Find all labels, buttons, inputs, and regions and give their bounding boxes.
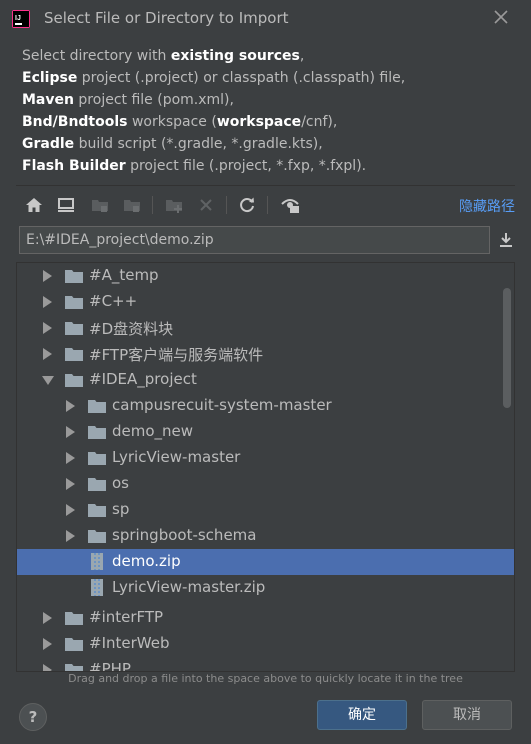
folder-icon bbox=[88, 452, 106, 465]
tree-row-lyricview-zip[interactable]: LyricView-master.zip bbox=[17, 575, 514, 601]
folder-icon bbox=[65, 664, 83, 671]
home-button[interactable] bbox=[24, 195, 44, 215]
tree-item-label: #D盘资料块 bbox=[89, 320, 174, 338]
tree-item-label: demo.zip bbox=[112, 552, 181, 570]
svg-text:IJ: IJ bbox=[15, 15, 21, 22]
desktop-icon bbox=[58, 198, 74, 212]
desktop-button[interactable] bbox=[56, 195, 76, 215]
show-hidden-button[interactable] bbox=[280, 195, 300, 215]
folder-icon bbox=[65, 638, 83, 651]
expand-arrow-icon[interactable] bbox=[43, 296, 52, 308]
tree-row-lyricview[interactable]: LyricView-master bbox=[17, 445, 514, 471]
toolbar-separator bbox=[226, 196, 227, 214]
file-tree[interactable]: #A_temp #C++ #D盘资料块 #FTP客户端与服务端软件 #IDEA_… bbox=[16, 262, 515, 672]
tree-item-label: #A_temp bbox=[89, 266, 159, 284]
expand-arrow-icon[interactable] bbox=[66, 530, 75, 542]
folder-icon bbox=[65, 612, 83, 625]
tree-row-ftp[interactable]: #FTP客户端与服务端软件 bbox=[17, 341, 514, 367]
toolbar-separator bbox=[152, 196, 153, 214]
tree-item-label: LyricView-master bbox=[112, 448, 241, 466]
tree-item-label: demo_new bbox=[112, 422, 194, 440]
folder-icon bbox=[65, 322, 83, 335]
tree-item-label: #FTP客户端与服务端软件 bbox=[89, 346, 264, 364]
delete-button[interactable] bbox=[196, 195, 216, 215]
path-input[interactable] bbox=[19, 226, 490, 254]
tree-row-springboot-schema[interactable]: springboot-schema bbox=[17, 523, 514, 549]
tree-row-demo-new[interactable]: demo_new bbox=[17, 419, 514, 445]
tree-row-a-temp[interactable]: #A_temp bbox=[17, 263, 514, 289]
folder-icon bbox=[88, 426, 106, 439]
ok-button[interactable]: 确定 bbox=[317, 700, 407, 730]
close-icon[interactable] bbox=[493, 9, 509, 25]
title-bar: IJ Select File or Directory to Import bbox=[0, 0, 531, 38]
folder-icon bbox=[65, 374, 83, 387]
tree-row-php[interactable]: #PHP bbox=[17, 657, 514, 672]
module-folder-icon bbox=[124, 200, 140, 212]
tree-item-label: LyricView-master.zip bbox=[112, 578, 266, 596]
tree-row-interweb[interactable]: #InterWeb bbox=[17, 631, 514, 657]
folder-icon bbox=[65, 348, 83, 361]
cancel-button[interactable]: 取消 bbox=[422, 700, 512, 730]
new-folder-icon bbox=[166, 200, 182, 213]
home-icon bbox=[26, 198, 42, 212]
expand-arrow-icon[interactable] bbox=[43, 612, 52, 624]
tree-row-idea-project[interactable]: #IDEA_project bbox=[17, 367, 514, 393]
expand-arrow-icon[interactable] bbox=[43, 270, 52, 282]
expand-arrow-icon[interactable] bbox=[43, 348, 52, 360]
intellij-app-icon: IJ bbox=[12, 10, 30, 28]
folder-icon bbox=[88, 530, 106, 543]
expand-arrow-icon[interactable] bbox=[43, 322, 52, 334]
tree-row-campusrecuit[interactable]: campusrecuit-system-master bbox=[17, 393, 514, 419]
tree-item-label: #PHP bbox=[89, 660, 131, 672]
zip-file-icon bbox=[91, 553, 103, 570]
expand-arrow-icon[interactable] bbox=[66, 478, 75, 490]
tree-row-os[interactable]: os bbox=[17, 471, 514, 497]
folder-icon bbox=[65, 296, 83, 309]
help-button[interactable]: ? bbox=[19, 703, 47, 731]
tree-row-cpp[interactable]: #C++ bbox=[17, 289, 514, 315]
tree-item-label: springboot-schema bbox=[112, 526, 257, 544]
tree-item-label: #InterWeb bbox=[89, 634, 170, 652]
expand-arrow-icon[interactable] bbox=[66, 452, 75, 464]
tree-item-label: campusrecuit-system-master bbox=[112, 396, 332, 414]
folder-icon bbox=[65, 270, 83, 283]
tree-row-d-disk[interactable]: #D盘资料块 bbox=[17, 315, 514, 341]
delete-icon bbox=[200, 199, 212, 211]
tree-row-sp[interactable]: sp bbox=[17, 497, 514, 523]
new-folder-button[interactable] bbox=[164, 195, 184, 215]
refresh-icon bbox=[240, 197, 254, 213]
refresh-button[interactable] bbox=[237, 195, 257, 215]
download-icon[interactable] bbox=[497, 231, 515, 249]
description-text: Select directory with existing sources, … bbox=[22, 48, 406, 174]
expand-arrow-icon[interactable] bbox=[43, 664, 52, 671]
tree-row-interftp[interactable]: #interFTP bbox=[17, 605, 514, 631]
project-folder-icon bbox=[92, 200, 108, 212]
tree-scrollbar[interactable] bbox=[503, 288, 511, 408]
zip-file-icon bbox=[91, 579, 103, 596]
tree-item-label: os bbox=[112, 474, 129, 492]
tree-item-label: #IDEA_project bbox=[89, 370, 197, 388]
expand-arrow-icon[interactable] bbox=[66, 400, 75, 412]
folder-icon bbox=[88, 478, 106, 491]
file-chooser-toolbar: 隐藏路径 bbox=[16, 185, 515, 224]
tree-row-demo-zip[interactable]: demo.zip bbox=[17, 549, 514, 575]
window-title: Select File or Directory to Import bbox=[44, 9, 289, 27]
tree-item-label: sp bbox=[112, 500, 130, 518]
module-folder-button[interactable] bbox=[122, 195, 142, 215]
collapse-arrow-icon[interactable] bbox=[42, 376, 54, 385]
expand-arrow-icon[interactable] bbox=[66, 504, 75, 516]
show-hidden-icon bbox=[281, 199, 299, 213]
folder-icon bbox=[88, 504, 106, 517]
project-folder-button[interactable] bbox=[90, 195, 110, 215]
toolbar-separator bbox=[267, 196, 268, 214]
expand-arrow-icon[interactable] bbox=[43, 638, 52, 650]
drag-drop-hint: Drag and drop a file into the space abov… bbox=[68, 672, 463, 685]
tree-item-label: #interFTP bbox=[89, 608, 164, 626]
folder-icon bbox=[88, 400, 106, 413]
expand-arrow-icon[interactable] bbox=[66, 426, 75, 438]
hide-path-link[interactable]: 隐藏路径 bbox=[459, 196, 515, 216]
tree-item-label: #C++ bbox=[89, 292, 138, 310]
